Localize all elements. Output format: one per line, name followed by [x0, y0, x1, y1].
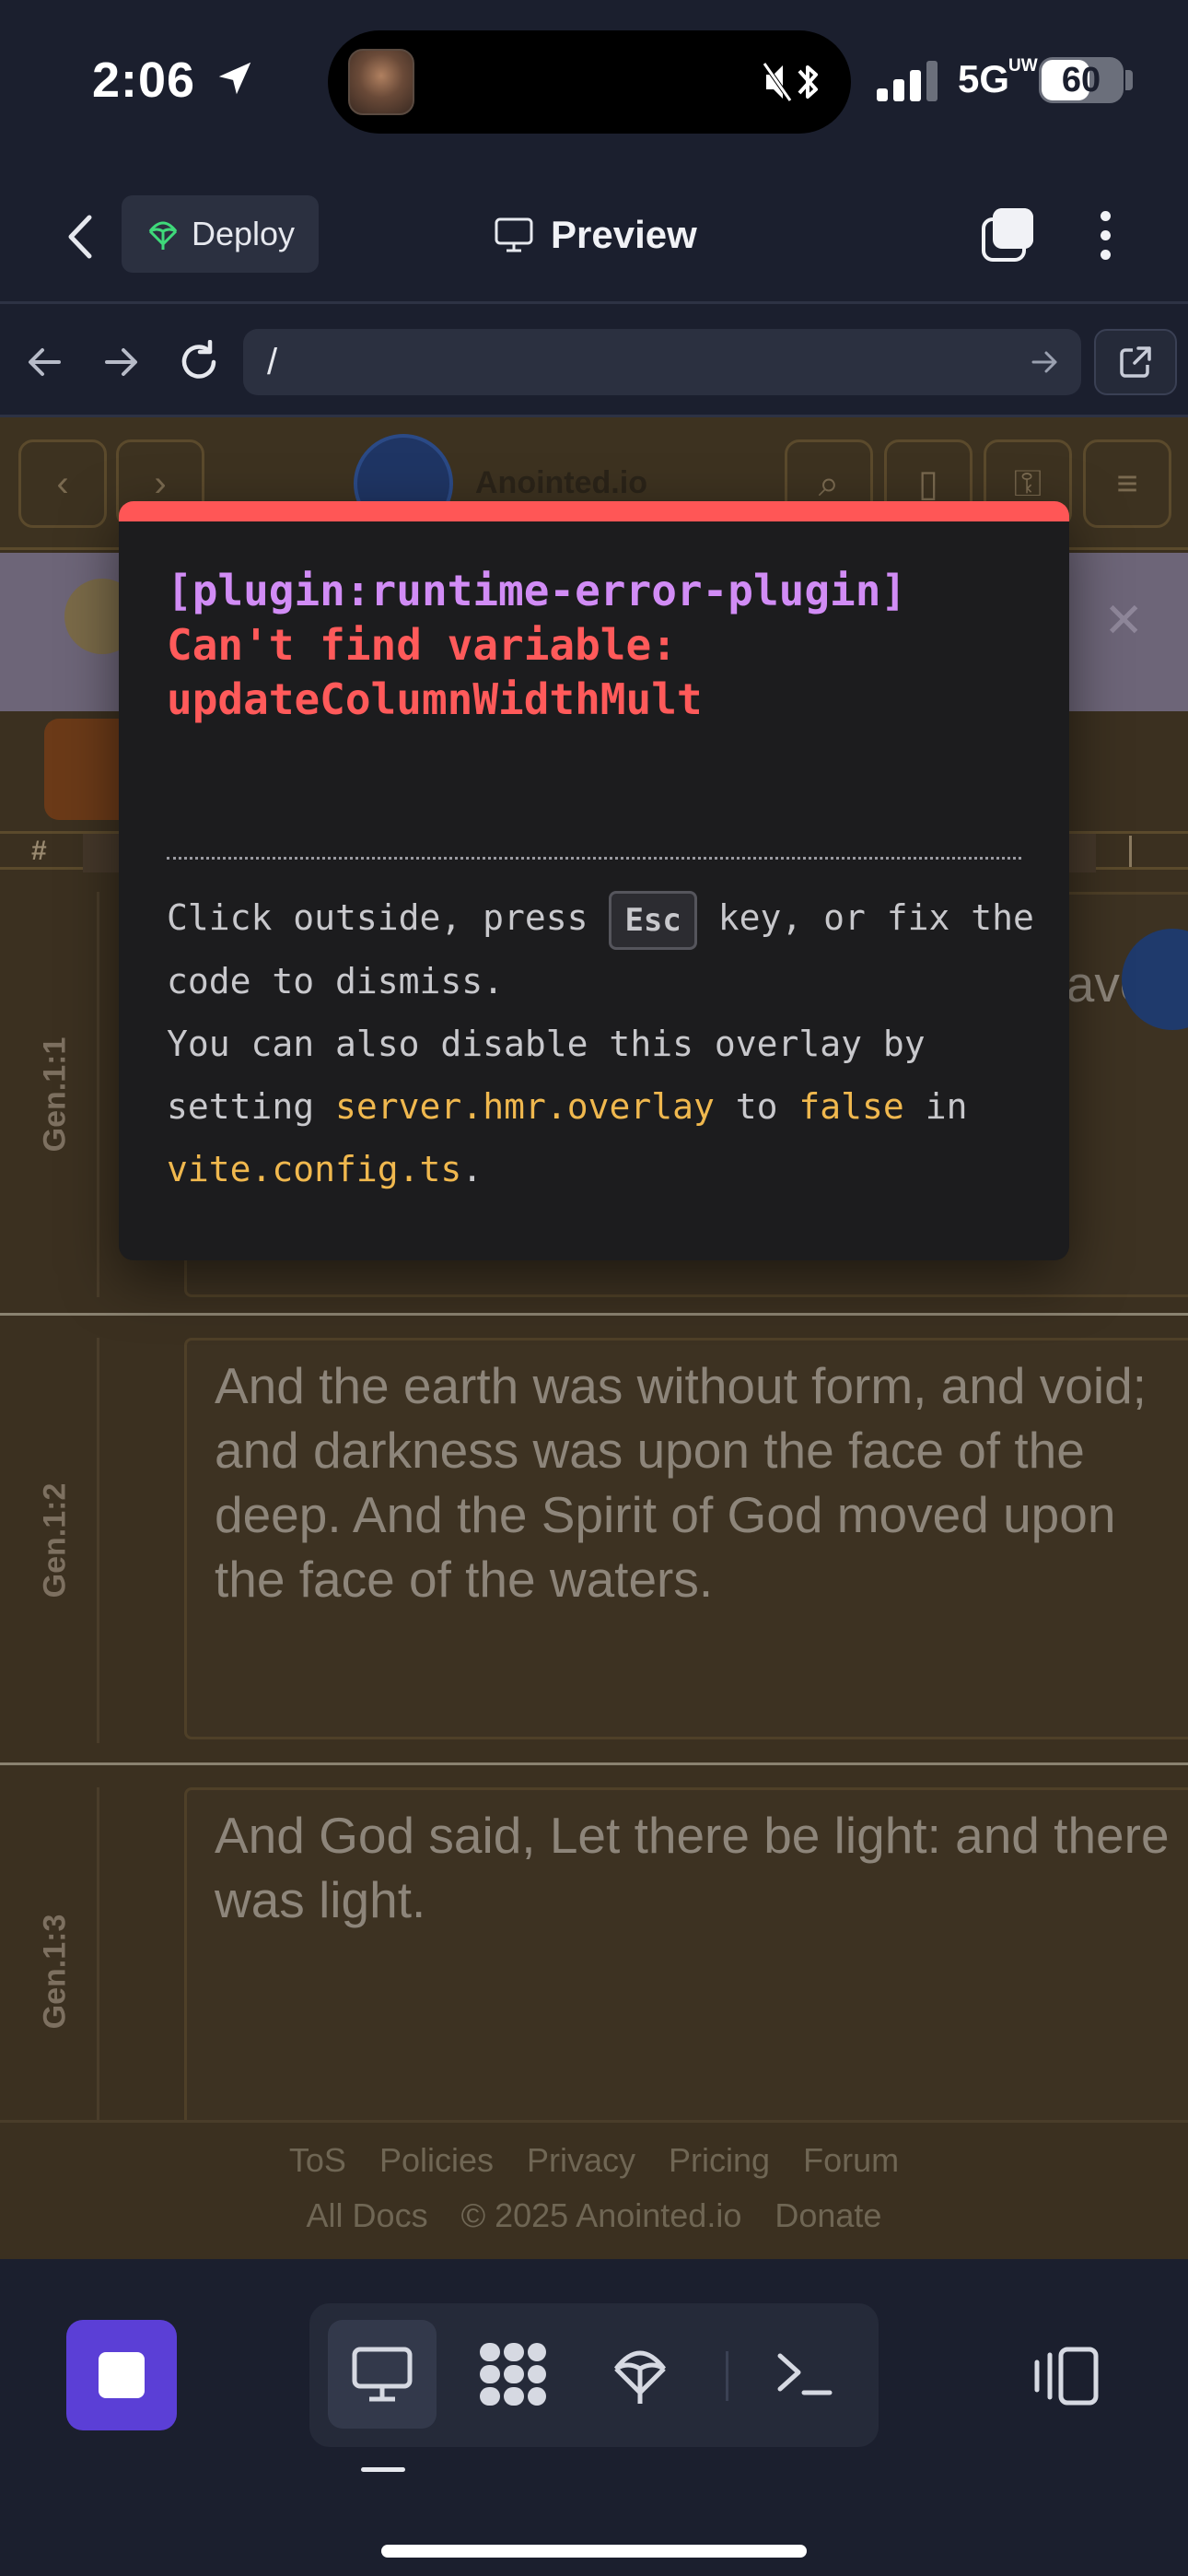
mute-bluetooth-icon — [763, 62, 818, 102]
error-divider — [167, 857, 1021, 860]
nav-back-icon[interactable] — [17, 334, 72, 390]
stop-icon — [99, 2352, 145, 2398]
error-tip: Click outside, press Esc key, or fix the… — [167, 886, 1042, 1200]
app-menu-icon[interactable]: ≡ — [1083, 439, 1171, 528]
dock-separator — [726, 2351, 728, 2401]
tabs-icon[interactable] — [978, 205, 1039, 265]
verse-ref: Gen.1:1 — [37, 1036, 73, 1153]
status-bar: 2:06 5G UW 60 — [0, 0, 1188, 166]
reload-icon[interactable] — [171, 334, 227, 390]
esc-key: Esc — [609, 890, 697, 950]
external-link-icon — [1120, 346, 1151, 378]
deploy-icon — [614, 2350, 666, 2404]
chevron-left-icon — [68, 215, 92, 259]
go-arrow-icon[interactable] — [1024, 342, 1065, 382]
verse-row: Gen.1:3 And God said, Let there be light… — [0, 1765, 1188, 2137]
error-text-line2: updateColumnWidthMult — [167, 674, 703, 724]
terminal-icon — [777, 2353, 833, 2395]
verse-text-box[interactable]: And the earth was without form, and void… — [184, 1338, 1188, 1739]
network-subtype: UW — [1008, 56, 1038, 76]
split-layout-icon[interactable] — [1030, 2344, 1100, 2408]
error-plugin: [plugin:runtime-error-plugin] — [167, 566, 907, 615]
footer-link-donate[interactable]: Donate — [775, 2196, 881, 2235]
error-message: [plugin:runtime-error-plugin] Can't find… — [167, 564, 1032, 727]
footer-copyright: © 2025 Anointed.io — [460, 2196, 742, 2234]
deploy-label: Deploy — [192, 215, 296, 252]
table-header-hash: # — [31, 836, 47, 866]
network-type: 5G — [958, 57, 1010, 100]
verse-text-box[interactable]: And God said, Let there be light: and th… — [184, 1787, 1188, 2137]
dock-workspace-tab[interactable] — [459, 2320, 567, 2429]
status-time: 2:06 — [92, 53, 196, 108]
location-arrow-icon — [218, 62, 251, 95]
preview-label: Preview — [551, 213, 697, 256]
verse-row: Gen.1:2 And the earth was without form, … — [0, 1316, 1188, 1765]
now-playing-app-icon — [348, 49, 414, 115]
workspace-icon — [480, 2343, 546, 2406]
stop-button[interactable] — [66, 2320, 177, 2430]
monitor-icon — [495, 217, 533, 252]
battery-level: 60 — [1061, 61, 1101, 100]
home-indicator[interactable] — [381, 2545, 807, 2558]
bottom-dock — [0, 2259, 1188, 2576]
verse-text: And God said, Let there be light: and th… — [215, 1807, 1170, 1928]
footer-link-tos[interactable]: ToS — [289, 2141, 346, 2180]
error-text-line1: Can't find variable: — [167, 620, 677, 670]
footer-link-forum[interactable]: Forum — [803, 2141, 899, 2180]
footer-link-all-docs[interactable]: All Docs — [307, 2196, 428, 2235]
nav-forward-icon[interactable] — [94, 334, 149, 390]
column-resize-handle[interactable] — [1129, 836, 1132, 867]
more-options-icon[interactable] — [1077, 203, 1133, 267]
open-external-button[interactable] — [1094, 329, 1177, 395]
preview-tab[interactable]: Preview — [494, 203, 697, 267]
config-file: vite.config.ts — [167, 1148, 462, 1189]
config-value: false — [798, 1085, 904, 1127]
dock-tabs — [309, 2303, 879, 2447]
dock-preview-tab[interactable] — [328, 2320, 437, 2429]
dock-terminal-tab[interactable] — [750, 2320, 858, 2429]
banner-close-icon[interactable]: ✕ — [1103, 593, 1144, 649]
error-overlay[interactable]: [plugin:runtime-error-plugin] Can't find… — [119, 501, 1069, 1260]
deploy-icon — [148, 221, 178, 250]
back-button[interactable] — [52, 205, 107, 269]
error-overlay-accent — [119, 501, 1069, 521]
verse-text: And the earth was without form, and void… — [215, 1357, 1147, 1608]
verse-ref: Gen.1:2 — [37, 1482, 73, 1598]
battery-icon: 60 — [1039, 57, 1124, 103]
cellular-signal-icon — [877, 61, 938, 101]
app-name: Anointed.io — [475, 465, 647, 500]
active-tab-indicator — [361, 2467, 405, 2472]
url-bar: / — [0, 307, 1188, 417]
url-text: / — [267, 342, 278, 382]
app-prev-button[interactable]: ‹ — [18, 439, 107, 528]
footer-link-pricing[interactable]: Pricing — [669, 2141, 770, 2180]
footer-link-policies[interactable]: Policies — [379, 2141, 494, 2180]
top-bar: Deploy Preview — [0, 166, 1188, 304]
footer-link-privacy[interactable]: Privacy — [527, 2141, 635, 2180]
dock-deploy-tab[interactable] — [586, 2320, 694, 2429]
app-footer: ToS Policies Privacy Pricing Forum All D… — [0, 2120, 1188, 2259]
deploy-button[interactable]: Deploy — [122, 195, 319, 273]
dynamic-island — [328, 30, 851, 134]
url-input[interactable]: / — [243, 329, 1081, 395]
monitor-icon — [352, 2347, 413, 2402]
verse-ref: Gen.1:3 — [37, 1914, 73, 2030]
config-key: server.hmr.overlay — [335, 1085, 715, 1127]
